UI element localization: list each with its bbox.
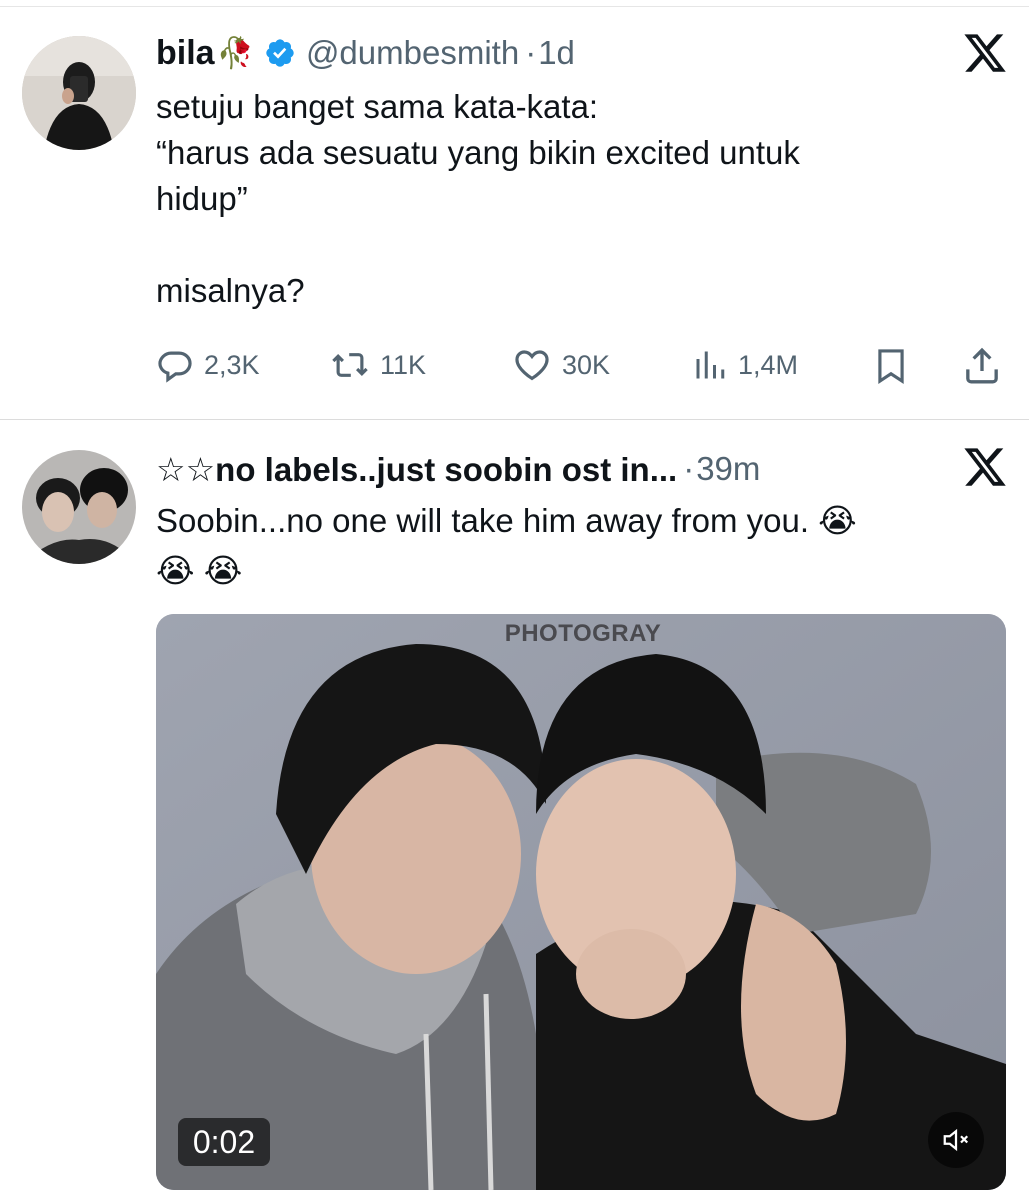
video-player[interactable]	[156, 614, 1006, 1190]
display-name[interactable]: bila	[156, 34, 215, 73]
separator-dot: ·	[683, 450, 695, 487]
mute-icon	[943, 1128, 969, 1152]
avatar-photo-icon	[22, 450, 136, 564]
display-name[interactable]: ☆☆no labels..just soobin ost in...	[156, 450, 677, 489]
tweet-1[interactable]: bila 🥀 @dumbesmith · 1d setuju banget sa…	[0, 0, 1029, 419]
action-bar: 2,3K 11K 30K 1,4M	[152, 346, 1012, 390]
timestamp[interactable]: 39m	[696, 450, 760, 488]
like-button[interactable]: 30K	[512, 346, 610, 384]
reply-count: 2,3K	[204, 349, 260, 380]
tweet-text: Soobin...no one will take him away from …	[156, 502, 857, 589]
like-count: 30K	[562, 349, 611, 380]
avatar-photo-icon	[22, 36, 136, 150]
share-icon[interactable]	[962, 346, 1002, 386]
tweet-text: setuju banget sama kata-kata: “harus ada…	[156, 88, 800, 309]
rose-emoji: 🥀	[216, 36, 254, 70]
avatar-soobin[interactable]	[22, 450, 136, 564]
x-logo-icon[interactable]	[962, 30, 1008, 76]
mute-button[interactable]	[928, 1112, 984, 1168]
like-icon	[515, 350, 549, 381]
repost-button[interactable]: 11K	[330, 346, 426, 384]
views-count: 1,4M	[738, 349, 799, 380]
avatar-bila[interactable]	[22, 36, 136, 150]
video-duration: 0:02	[178, 1118, 270, 1166]
repost-icon	[332, 353, 368, 377]
views-icon	[696, 351, 725, 379]
video-watermark: PHOTOGRAY	[504, 620, 662, 647]
timestamp[interactable]: 1d	[538, 34, 575, 72]
separator-dot: ·	[525, 34, 537, 71]
verified-badge-icon	[264, 37, 296, 69]
repost-count: 11K	[380, 349, 427, 380]
tweet-1-header: bila 🥀 @dumbesmith · 1d	[156, 30, 575, 76]
bookmark-icon[interactable]	[872, 346, 910, 386]
video-frame	[156, 614, 1006, 1190]
x-logo-icon[interactable]	[962, 444, 1008, 490]
views-button[interactable]: 1,4M	[692, 346, 798, 384]
reply-icon	[158, 351, 192, 383]
tweet-2-header: ☆☆no labels..just soobin ost in... · 39m	[156, 446, 760, 492]
handle[interactable]: @dumbesmith	[306, 34, 519, 72]
reply-button[interactable]: 2,3K	[156, 346, 260, 384]
